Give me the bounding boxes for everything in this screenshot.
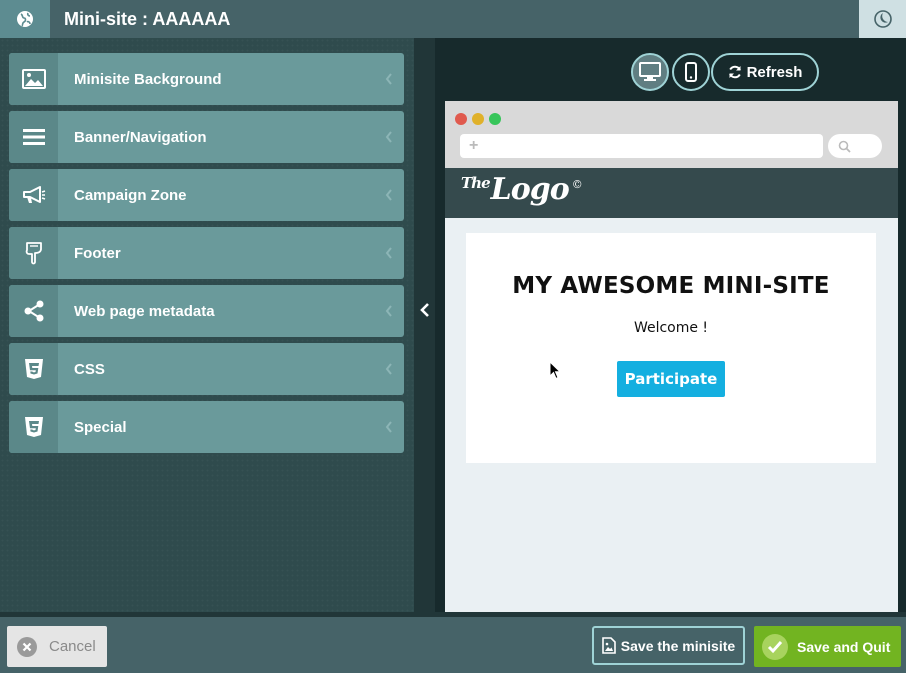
sidebar-item-special[interactable]: Special — [9, 401, 404, 453]
mobile-icon — [685, 62, 697, 82]
sidebar-item-minisite-background[interactable]: Minisite Background — [9, 53, 404, 105]
app-header: Mini-site : AAAAAA — [0, 0, 906, 38]
page-title: Mini-site : AAAAAA — [64, 9, 231, 29]
cancel-label: Cancel — [49, 638, 96, 655]
refresh-icon — [728, 65, 741, 79]
chevron-left-icon — [374, 247, 404, 259]
search-bar[interactable] — [828, 134, 882, 158]
welcome-text: Welcome ! — [633, 320, 709, 336]
plus-icon: + — [469, 137, 479, 154]
campaign-card: MY AWESOME MINI-SITE Welcome ! Participa… — [466, 233, 876, 463]
sidebar-item-label: Banner/Navigation — [74, 128, 207, 146]
mouse-cursor-icon — [549, 361, 561, 380]
image-icon — [21, 69, 46, 89]
collapse-panel-button[interactable] — [414, 290, 435, 330]
minimize-dot-icon — [472, 113, 484, 125]
sidebar-item-label: Minisite Background — [74, 70, 222, 88]
css3-icon — [24, 417, 43, 437]
sidebar-item-label: Special — [74, 418, 127, 436]
site-logo: TheLogo © — [461, 172, 583, 207]
close-icon — [17, 636, 37, 657]
css3-icon — [24, 359, 43, 379]
cancel-button[interactable]: Cancel — [7, 626, 107, 667]
share-icon — [24, 300, 43, 322]
save-minisite-button[interactable]: Save the minisite — [592, 626, 745, 665]
save-quit-label: Save and Quit — [797, 638, 891, 655]
sidebar-item-css[interactable]: CSS — [9, 343, 404, 395]
theme-toggle-button[interactable] — [859, 0, 906, 38]
chevron-left-icon — [374, 305, 404, 317]
sidebar-item-label: Web page metadata — [74, 302, 215, 320]
chevron-left-icon — [374, 363, 404, 375]
hand-pointing-down-icon — [25, 242, 42, 265]
site-banner: TheLogo © — [445, 168, 898, 218]
address-bar[interactable]: + — [460, 134, 823, 158]
maximize-dot-icon — [489, 113, 501, 125]
site-heading: MY AWESOME MINI-SITE — [512, 273, 830, 299]
globe-icon — [17, 11, 33, 27]
sidebar-item-label: Footer — [74, 244, 121, 262]
mobile-view-button[interactable] — [672, 53, 710, 91]
refresh-button[interactable]: Refresh — [711, 53, 819, 91]
browser-chrome: + — [445, 101, 898, 168]
sidebar-item-footer[interactable]: Footer — [9, 227, 404, 279]
file-image-icon — [601, 637, 616, 654]
save-and-quit-button[interactable]: Save and Quit — [754, 626, 901, 667]
refresh-label: Refresh — [746, 63, 803, 81]
chevron-left-icon — [374, 73, 404, 85]
close-dot-icon — [455, 113, 467, 125]
search-icon — [838, 140, 851, 153]
save-label: Save the minisite — [620, 637, 736, 654]
menu-bars-icon — [22, 129, 45, 145]
sidebar-item-label: Campaign Zone — [74, 186, 187, 204]
participate-button[interactable]: Participate — [617, 361, 725, 397]
globe-button[interactable] — [0, 0, 50, 38]
chevron-left-icon — [374, 421, 404, 433]
browser-preview: + TheLogo © MY AWESOME MINI-SITE Welcome … — [445, 101, 898, 612]
moon-icon — [873, 10, 892, 28]
sidebar-item-label: CSS — [74, 360, 105, 378]
check-icon — [762, 633, 788, 660]
chevron-left-icon — [374, 189, 404, 201]
megaphone-icon — [22, 186, 45, 203]
chevron-left-icon — [374, 131, 404, 143]
desktop-icon — [639, 62, 661, 81]
sidebar-item-web-page-metadata[interactable]: Web page metadata — [9, 285, 404, 337]
desktop-view-button[interactable] — [631, 53, 669, 91]
sidebar-item-campaign-zone[interactable]: Campaign Zone — [9, 169, 404, 221]
chevron-left-icon — [419, 303, 429, 317]
sidebar-item-banner-navigation[interactable]: Banner/Navigation — [9, 111, 404, 163]
